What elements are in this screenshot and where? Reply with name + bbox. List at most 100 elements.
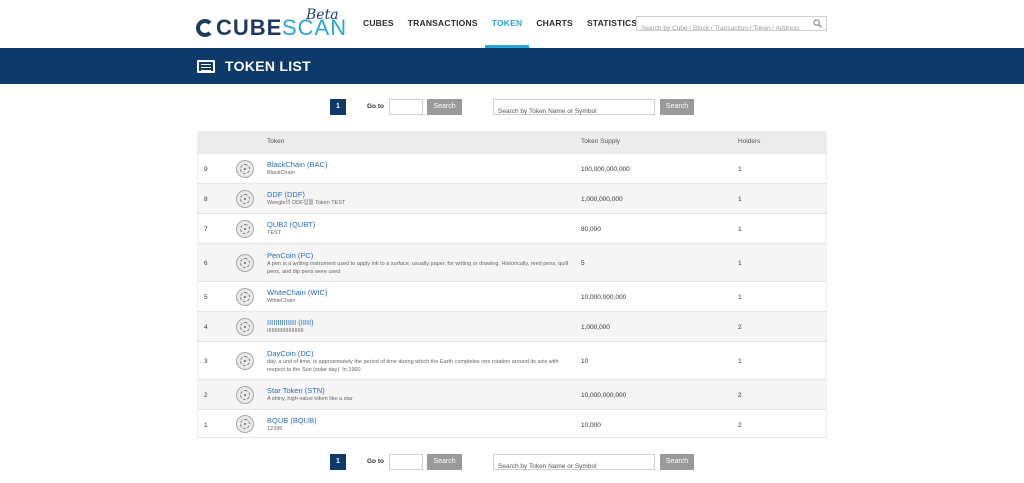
- table-row: 1 BQUB (BQUB) 12345 10,000 2: [198, 409, 826, 438]
- token-description: Weegle의 DDF입을 Token TEST: [267, 200, 346, 206]
- token-supply: 5: [581, 260, 585, 267]
- row-index: 4: [204, 324, 208, 331]
- pager-top: 1 Go to Search Search: [0, 99, 1024, 119]
- token-description: IIIIIIIIIIIIIIIIIIIIIIII: [267, 328, 304, 334]
- token-description: WhiteChain: [267, 298, 296, 304]
- row-index: 9: [204, 166, 208, 173]
- token-coin-icon: [236, 415, 254, 433]
- goto-page-input[interactable]: [389, 454, 423, 470]
- token-search-button[interactable]: Search: [660, 454, 694, 470]
- table-row: 3 DayCoin (DC) day, a unit of time, is a…: [198, 341, 826, 379]
- token-coin-icon: [236, 190, 254, 208]
- token-holders: 1: [738, 196, 742, 203]
- column-header-holders: Holders: [738, 138, 761, 145]
- table-row: 9 BlackChain (BAC) BlackChain 100,000,00…: [198, 153, 826, 183]
- nav-statistics[interactable]: STATISTICS: [580, 0, 644, 48]
- logo-cube-text: CUBE: [216, 15, 283, 40]
- cube-logo-icon: [196, 19, 214, 37]
- token-name-link[interactable]: DDF (DDF): [267, 190, 305, 199]
- token-holders: 1: [738, 260, 742, 267]
- token-supply: 100,000,000,000: [581, 166, 630, 173]
- page-title-band: TOKEN LIST: [0, 48, 1024, 84]
- row-index: 2: [204, 392, 208, 399]
- global-search-input[interactable]: [637, 22, 807, 35]
- table-row: 5 WhiteChain (WIC) WhiteChain 10,000,000…: [198, 281, 826, 311]
- token-supply: 80,000: [581, 226, 601, 233]
- table-header: Token Token Supply Holders: [198, 131, 826, 153]
- table-row: 4 IIIIIIIIIIIIII (IIIII) IIIIIIIIIIIIIII…: [198, 311, 826, 341]
- token-name-link[interactable]: QUB2 (QUBT): [267, 220, 315, 229]
- token-description: 12345: [267, 426, 283, 432]
- token-description: BlackChain: [267, 170, 295, 176]
- token-coin-icon: [236, 386, 254, 404]
- row-index: 5: [204, 294, 208, 301]
- nav-cubes[interactable]: CUBES: [356, 0, 401, 48]
- token-holders: 2: [738, 422, 742, 429]
- token-supply: 10,000: [581, 422, 601, 429]
- pager-bottom: 1 Go to Search Search: [0, 454, 1024, 474]
- token-supply: 10,000,000,000: [581, 294, 627, 301]
- row-index: 1: [204, 422, 208, 429]
- token-coin-icon: [236, 254, 254, 272]
- table-row: 7 QUB2 (QUBT) TEST 80,000 1: [198, 213, 826, 243]
- token-holders: 1: [738, 294, 742, 301]
- token-description: A pen is a writing instrument used to ap…: [267, 261, 569, 275]
- row-index: 8: [204, 196, 208, 203]
- list-icon: [197, 60, 215, 73]
- column-header-token: Token: [267, 138, 285, 145]
- global-search-box: [636, 16, 827, 35]
- token-supply: 1,000,000: [581, 324, 610, 331]
- token-coin-icon: [236, 160, 254, 178]
- token-coin-icon: [236, 220, 254, 238]
- nav-transactions[interactable]: TRANSACTIONS: [401, 0, 485, 48]
- token-description: A shiny, high-value token like a star: [267, 396, 353, 402]
- token-name-link[interactable]: IIIIIIIIIIIIII (IIIII): [267, 318, 314, 327]
- token-coin-icon: [236, 352, 254, 370]
- token-search-box: [493, 454, 655, 474]
- token-holders: 1: [738, 358, 742, 365]
- token-name-link[interactable]: PenCoin (PC): [267, 251, 313, 260]
- search-icon[interactable]: [813, 19, 822, 28]
- row-index: 6: [204, 260, 208, 267]
- token-name-link[interactable]: BlackChain (BAC): [267, 160, 327, 169]
- nav-charts[interactable]: CHARTS: [529, 0, 580, 48]
- column-header-supply: Token Supply: [581, 138, 621, 145]
- token-search-input[interactable]: [494, 104, 650, 119]
- logo-beta-text: Beta: [306, 7, 339, 23]
- row-index: 3: [204, 358, 208, 365]
- page-title: TOKEN LIST: [225, 58, 311, 74]
- token-name-link[interactable]: WhiteChain (WIC): [267, 288, 327, 297]
- goto-label: Go to: [367, 458, 384, 465]
- table-row: 8 DDF (DDF) Weegle의 DDF입을 Token TEST 1,0…: [198, 183, 826, 213]
- token-search-input[interactable]: [494, 459, 650, 474]
- token-description: day, a unit of time, is approximately th…: [267, 359, 559, 373]
- token-holders: 2: [738, 324, 742, 331]
- cubescan-logo[interactable]: CUBE SCAN Beta: [196, 7, 346, 40]
- page-number-button[interactable]: 1: [330, 454, 346, 470]
- row-index: 7: [204, 226, 208, 233]
- table-row: 6 PenCoin (PC) A pen is a writing instru…: [198, 243, 826, 281]
- nav-token[interactable]: TOKEN: [484, 0, 530, 48]
- token-name-link[interactable]: Star Token (STN): [267, 386, 325, 395]
- token-holders: 1: [738, 226, 742, 233]
- token-coin-icon: [236, 288, 254, 306]
- token-name-link[interactable]: BQUB (BQUB): [267, 416, 317, 425]
- token-supply: 1,000,000,000: [581, 196, 623, 203]
- token-name-link[interactable]: DayCoin (DC): [267, 349, 314, 358]
- goto-label: Go to: [367, 103, 384, 110]
- token-supply: 10,000,000,000: [581, 392, 627, 399]
- token-search-button[interactable]: Search: [660, 99, 694, 115]
- goto-page-input[interactable]: [389, 99, 423, 115]
- token-holders: 1: [738, 166, 742, 173]
- token-coin-icon: [236, 318, 254, 336]
- token-supply: 10: [581, 358, 589, 365]
- token-description: TEST: [267, 230, 282, 236]
- top-bar: CUBE SCAN Beta CUBES TRANSACTIONS TOKEN …: [0, 0, 1024, 48]
- token-holders: 2: [738, 392, 742, 399]
- table-row: 2 Star Token (STN) A shiny, high-value t…: [198, 379, 826, 409]
- goto-search-button[interactable]: Search: [427, 99, 462, 115]
- page-number-button[interactable]: 1: [330, 99, 346, 115]
- goto-search-button[interactable]: Search: [427, 454, 462, 470]
- token-search-box: [493, 99, 655, 119]
- token-table: Token Token Supply Holders 9 BlackChain …: [197, 131, 827, 438]
